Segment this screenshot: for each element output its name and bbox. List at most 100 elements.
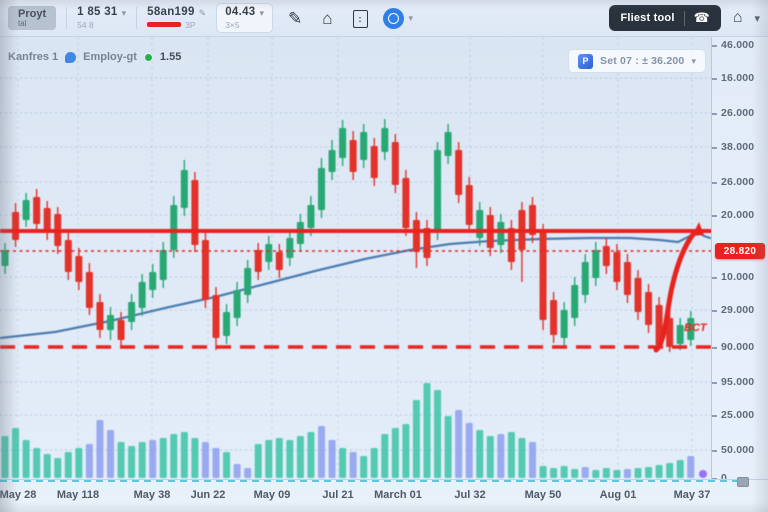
candle [276, 252, 283, 270]
volume-bar [402, 424, 409, 478]
volume-bar [677, 460, 684, 478]
candle [508, 228, 515, 262]
candle [371, 146, 378, 178]
resistance-line [0, 229, 712, 233]
price-axis-label: 26.000 [721, 176, 754, 188]
volume-bar [139, 442, 146, 478]
time-axis-label: Aug 01 [600, 489, 637, 501]
price-axis-tick [712, 415, 717, 417]
toolbar-divider [136, 7, 137, 29]
panel-icon: : [353, 10, 368, 28]
symbol-button[interactable]: Proyt tal [8, 6, 56, 31]
volume-bar [318, 426, 325, 478]
chevron-down-icon[interactable]: ▾ [754, 12, 760, 25]
publish-label: Fliest tool [620, 12, 674, 24]
candle [561, 310, 568, 338]
price-axis-label: 50.000 [721, 444, 754, 456]
candle [466, 185, 473, 225]
legend-value: 1.55 [160, 51, 181, 63]
chevron-down-icon: ▾ [122, 8, 127, 19]
range-selector[interactable]: 58an199 ✎ 3P [147, 6, 206, 30]
toolbar-divider [66, 7, 67, 29]
candle [307, 205, 314, 228]
time-axis-label: May 118 [57, 489, 99, 501]
price-axis-label: 90.000 [721, 341, 754, 353]
draw-pencil-icon[interactable]: ✎ [283, 10, 307, 27]
interval-subtitle: 3×5 [225, 20, 264, 30]
price-axis-tick [712, 215, 717, 217]
volume-bar [202, 442, 209, 478]
chevron-down-icon: ▾ [409, 13, 414, 24]
time-axis[interactable]: May 28May 118May 38Jun 22May 09Jul 21Mar… [0, 479, 768, 512]
volume-bar [244, 468, 251, 478]
volume-bar [286, 440, 293, 478]
candle [191, 180, 198, 245]
time-axis-label: May 09 [254, 489, 291, 501]
layout-panel-button[interactable]: : [348, 8, 373, 29]
candle [286, 238, 293, 258]
candle [244, 268, 251, 295]
chart-legend[interactable]: Kanfres 1 Employ-gt 1.55 [8, 51, 181, 63]
logo-dot [699, 470, 707, 478]
price-axis[interactable]: 46.00016.00026.00038.00026.00020.00010.0… [711, 37, 768, 480]
app-badge-icon: P [578, 54, 593, 69]
volume-bar [65, 452, 72, 478]
candle [350, 140, 357, 172]
volume-bar [624, 469, 631, 478]
price-chart-canvas[interactable]: BCT [0, 0, 768, 512]
volume-bar [497, 434, 504, 478]
candle [265, 244, 272, 262]
candle [86, 272, 93, 308]
candle [603, 246, 610, 266]
home-icon-right[interactable]: ⌂ [733, 9, 743, 27]
price-axis-label: 25.000 [721, 409, 754, 421]
alert-widget[interactable]: P Set 07 : ± 36.200 ▾ [568, 49, 706, 73]
candle [107, 315, 114, 330]
home-icon[interactable]: ⌂ [317, 10, 337, 27]
timeframe-value: 1 85 31 [77, 6, 117, 20]
volume-bar [518, 438, 525, 478]
range-subtitle: 3P [185, 20, 195, 30]
candle [413, 220, 420, 252]
price-axis-tick [712, 382, 717, 384]
candle [170, 205, 177, 250]
interval-selector[interactable]: 04.43 ▾ 3×5 [216, 3, 273, 33]
price-axis-tick [712, 310, 717, 312]
volume-bar [223, 452, 230, 478]
volume-bar [645, 467, 652, 478]
axis-handle[interactable] [737, 477, 749, 487]
volume-bar [12, 428, 19, 478]
candle [128, 302, 135, 322]
toolbar-right-cluster: Fliest tool ☎ ⌂ ▾ [609, 5, 760, 31]
candle [645, 292, 652, 325]
volume-bar [213, 448, 220, 478]
price-axis-tick [712, 182, 717, 184]
volume-bar [550, 468, 557, 478]
account-menu[interactable]: ▾ [383, 8, 414, 29]
clock-icon [388, 13, 399, 24]
candle [381, 128, 388, 152]
price-axis-tick [712, 78, 717, 80]
volume-bar [613, 470, 620, 478]
publish-button[interactable]: Fliest tool ☎ [609, 5, 720, 31]
time-axis-label: May 28 [0, 489, 36, 501]
timeframe-selector[interactable]: 1 85 31 ▾ 54 8 [77, 6, 126, 30]
volume-bar [339, 448, 346, 478]
candle [360, 132, 367, 160]
volume-bar [329, 440, 336, 478]
last-price-tag: 28.820 [715, 243, 765, 259]
volume-bar [107, 430, 114, 478]
alert-widget-label: Set 07 : ± 36.200 [600, 55, 684, 67]
candle [434, 150, 441, 232]
volume-bar [307, 432, 314, 478]
volume-bar [466, 423, 473, 478]
candle [44, 208, 51, 232]
interval-value: 04.43 [225, 6, 255, 20]
volume-bar [23, 440, 30, 478]
volume-bar [656, 465, 663, 478]
candle [402, 178, 409, 228]
price-axis-label: 38.000 [721, 141, 754, 153]
price-axis-label: 10.000 [721, 271, 754, 283]
time-axis-label: Jun 22 [191, 489, 226, 501]
price-axis-label: 29.000 [721, 304, 754, 316]
